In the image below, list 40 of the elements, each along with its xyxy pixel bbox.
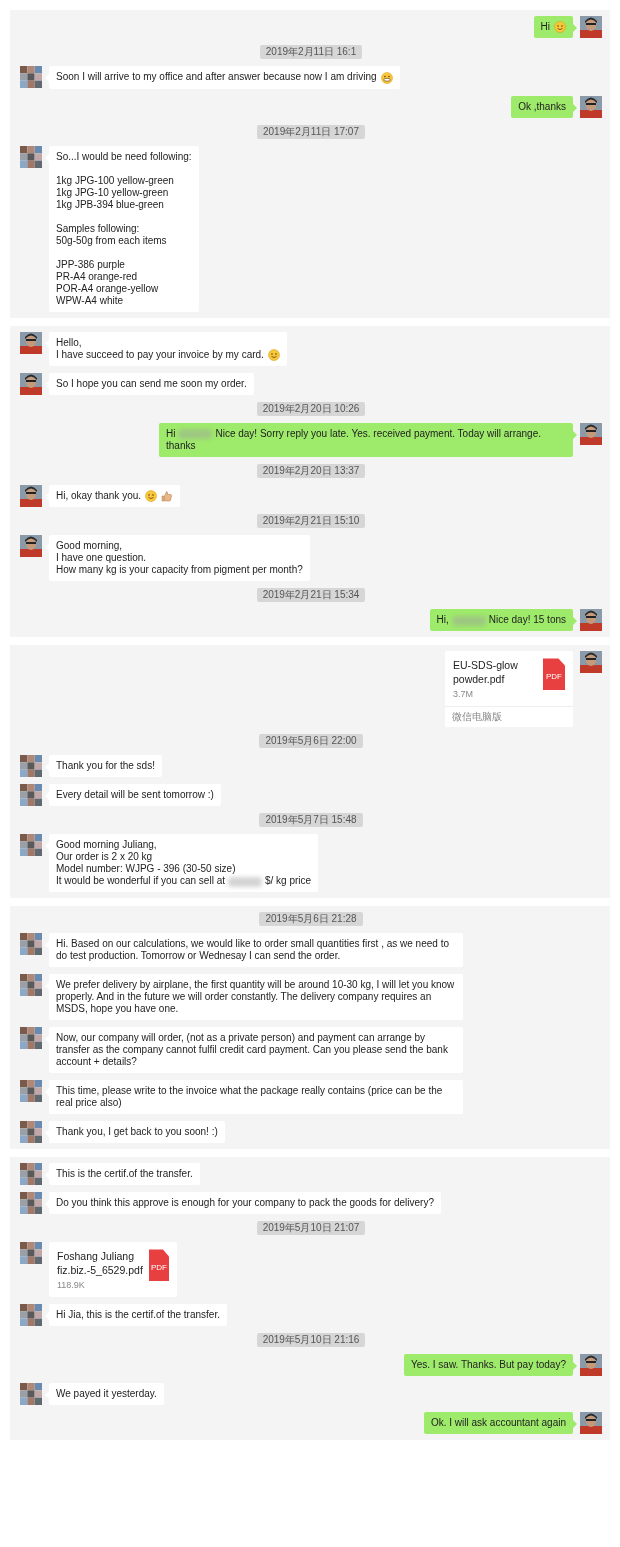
file-card[interactable]: Foshang Juliang fiz.biz.-5_6529.pdf 118.9K PDF bbox=[49, 1242, 177, 1298]
smiley-icon bbox=[267, 349, 280, 362]
smiley-icon bbox=[145, 490, 158, 503]
timestamp: 2019年5月10日 21:16 bbox=[256, 1333, 366, 1348]
pdf-icon: PDF bbox=[148, 1249, 169, 1282]
grin-icon bbox=[380, 71, 393, 84]
avatar bbox=[20, 66, 42, 89]
avatar bbox=[20, 974, 42, 997]
avatar bbox=[20, 834, 42, 857]
timestamp: 2019年2月20日 13:37 bbox=[256, 464, 366, 479]
pdf-icon: PDF bbox=[543, 658, 565, 691]
file-size: 3.7M bbox=[453, 689, 474, 700]
avatar bbox=[20, 784, 42, 807]
timestamp: 2019年2月20日 10:26 bbox=[256, 402, 366, 417]
file-size: 118.9K bbox=[57, 1280, 86, 1291]
timestamp: 2019年2月21日 15:10 bbox=[256, 514, 366, 529]
avatar bbox=[20, 145, 42, 168]
avatar bbox=[20, 1192, 42, 1215]
timestamp: 2019年2月21日 15:34 bbox=[256, 588, 366, 603]
timestamp: 2019年5月10日 21:07 bbox=[256, 1221, 366, 1236]
smiley-icon bbox=[554, 21, 566, 34]
file-source: 微信电脑版 bbox=[445, 706, 573, 728]
file-card[interactable]: EU-SDS-glow powder.pdf 3.7M PDF 微信电脑版 bbox=[445, 651, 573, 728]
file-name: Foshang Juliang fiz.biz.-5_6529.pdf bbox=[57, 1249, 143, 1278]
timestamp: 2019年5月6日 22:00 bbox=[259, 734, 363, 749]
avatar bbox=[20, 1304, 42, 1327]
avatar bbox=[20, 1121, 42, 1144]
avatar bbox=[20, 1080, 42, 1103]
timestamp: 2019年5月6日 21:28 bbox=[259, 912, 363, 927]
timestamp: 2019年5月7日 15:48 bbox=[259, 813, 363, 828]
avatar bbox=[20, 933, 42, 956]
thumbs-up-icon bbox=[161, 490, 174, 503]
avatar bbox=[20, 1027, 42, 1050]
avatar bbox=[20, 1163, 42, 1186]
file-name: EU-SDS-glow powder.pdf bbox=[453, 658, 519, 687]
avatar bbox=[20, 755, 42, 778]
timestamp: 2019年2月11日 17:07 bbox=[257, 124, 365, 139]
avatar bbox=[20, 1383, 42, 1406]
avatar bbox=[20, 1242, 42, 1265]
timestamp: 2019年2月11日 16:1 bbox=[259, 45, 363, 60]
